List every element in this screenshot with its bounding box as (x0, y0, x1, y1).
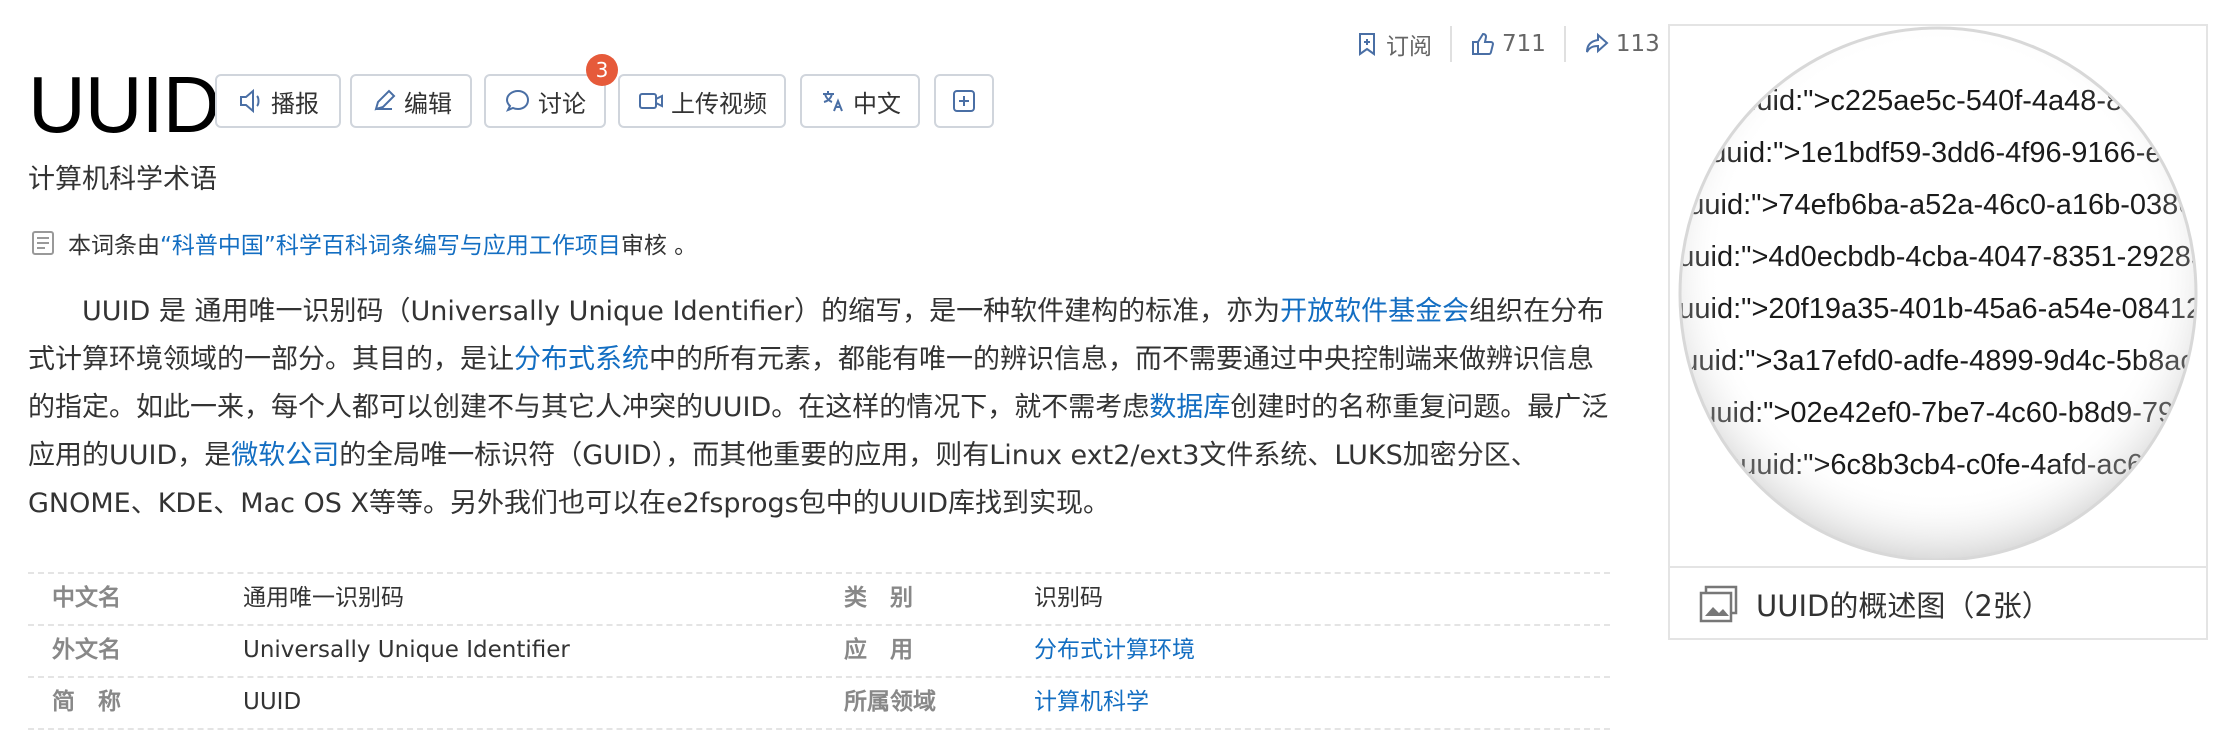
subscribe-label: 订阅 (1386, 34, 1432, 60)
review-notice: 本词条由 “科普中国”科学百科词条编写与应用工作项目 审核 。 (28, 226, 697, 260)
review-prefix: 本词条由 (68, 233, 160, 259)
info-key: 外文名 (52, 637, 121, 663)
edit-button[interactable]: 编辑 (350, 74, 472, 128)
chat-bubble-icon (505, 89, 530, 112)
review-suffix: 审核 。 (620, 233, 698, 259)
summary-paragraph: UUID 是 通用唯一识别码（Universally Unique Identi… (28, 288, 1618, 528)
share-count: 113 (1615, 31, 1660, 57)
page-subtitle: 计算机科学术语 (28, 164, 217, 195)
discuss-button[interactable]: 讨论 (484, 74, 606, 128)
plus-square-icon (953, 90, 975, 112)
edit-label: 编辑 (404, 89, 452, 118)
thumbs-up-icon (1472, 32, 1495, 55)
discuss-count-badge: 3 (586, 54, 618, 86)
info-value: Universally Unique Identifier (243, 637, 570, 663)
info-key: 所属领域 (844, 689, 936, 715)
divider (1563, 26, 1566, 62)
image-gallery-icon (1699, 585, 1738, 623)
info-value: 识别码 (1034, 585, 1103, 611)
document-icon (32, 231, 54, 255)
language-label: 中文 (853, 89, 901, 118)
album-cover-image[interactable]: "urn:uuid:">c225ae5c-540f-4a48-8867-809b… (1670, 26, 2206, 560)
microsoft-link[interactable]: 微软公司 (231, 440, 339, 471)
osf-link[interactable]: 开放软件基金会 (1280, 296, 1469, 327)
info-value-link[interactable]: 计算机科学 (1034, 678, 1149, 726)
bookmark-plus-icon (1359, 33, 1375, 56)
video-camera-icon (639, 93, 663, 109)
info-key: 简 称 (52, 689, 121, 715)
uuid-magnifier-illustration: "urn:uuid:">c225ae5c-540f-4a48-8867-809b… (1670, 26, 2206, 560)
translate-icon (823, 91, 843, 112)
summary-text-1: UUID 是 通用唯一识别码（Universally Unique Identi… (82, 296, 1281, 327)
upload-video-label: 上传视频 (671, 89, 767, 118)
add-button[interactable] (934, 74, 994, 128)
divider (1450, 26, 1452, 62)
info-value-link[interactable]: 分布式计算环境 (1034, 626, 1195, 674)
broadcast-button[interactable]: 播报 (215, 74, 341, 128)
info-key: 中文名 (52, 585, 121, 611)
basic-info-table: 中文名 通用唯一识别码 类 别 识别码 外文名 Universally Uniq… (28, 572, 1610, 730)
pencil-icon (374, 89, 396, 111)
share-button[interactable]: 113 (1584, 31, 1660, 57)
info-key: 应 用 (844, 637, 913, 663)
share-arrow-icon (1585, 32, 1609, 54)
review-project-link[interactable]: “科普中国”科学百科词条编写与应用工作项目 (160, 226, 621, 260)
broadcast-label: 播报 (271, 89, 319, 118)
lemma-summary: UUID 是 通用唯一识别码（Universally Unique Identi… (28, 288, 1618, 528)
discuss-label: 讨论 (538, 89, 586, 118)
like-button[interactable]: 711 (1470, 31, 1546, 57)
album-caption[interactable]: UUID的概述图（2张） (1670, 566, 2206, 640)
database-link[interactable]: 数据库 (1149, 392, 1230, 423)
subscribe-button[interactable]: 订阅 (1354, 27, 1432, 61)
info-value: 通用唯一识别码 (243, 585, 404, 611)
info-row: 简 称 UUID 所属领域 计算机科学 (28, 678, 1610, 730)
info-value: UUID (243, 689, 302, 715)
distributed-system-link[interactable]: 分布式系统 (514, 344, 649, 375)
info-row: 外文名 Universally Unique Identifier 应 用 分布… (28, 626, 1610, 678)
summary-album-card[interactable]: "urn:uuid:">c225ae5c-540f-4a48-8867-809b… (1668, 24, 2208, 640)
page-title: UUID (28, 60, 221, 149)
info-key: 类 别 (844, 585, 913, 611)
speaker-icon (240, 88, 260, 114)
language-button[interactable]: 中文 (800, 74, 920, 128)
lemma-actions: 订阅 711 113 (1354, 26, 1660, 62)
album-caption-text: UUID的概述图（2张） (1756, 589, 2051, 623)
like-count: 711 (1502, 31, 1546, 57)
info-row: 中文名 通用唯一识别码 类 别 识别码 (28, 572, 1610, 626)
upload-video-button[interactable]: 上传视频 (618, 74, 786, 128)
